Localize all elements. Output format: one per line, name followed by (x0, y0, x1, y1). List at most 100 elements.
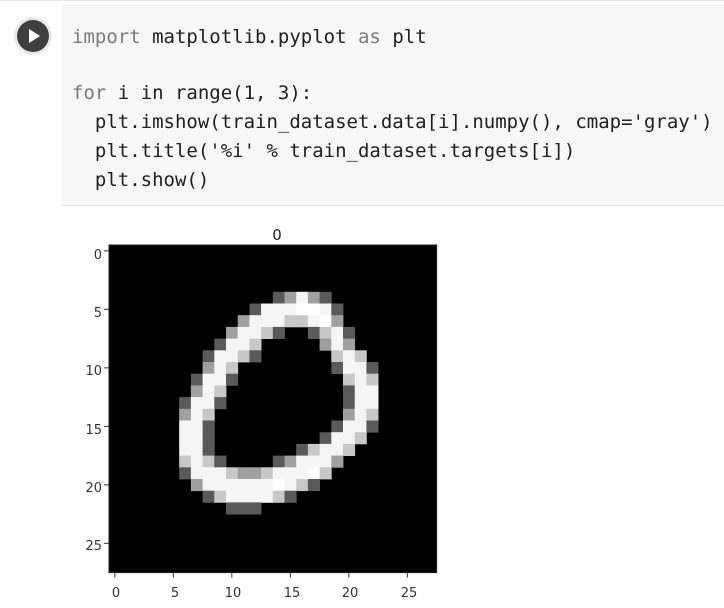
image-pixel (226, 467, 239, 480)
xtick-label: 25 (400, 586, 418, 601)
image-pixel (249, 490, 262, 503)
image-pixel (237, 350, 250, 363)
image-pixel (284, 303, 297, 316)
image-pixel (272, 303, 285, 316)
mnist-digit-image (104, 244, 438, 578)
xtick-label: 10 (224, 586, 242, 601)
image-pixel (190, 432, 203, 445)
image-pixel (179, 432, 192, 445)
image-pixel (284, 291, 297, 304)
image-pixel (249, 350, 262, 363)
image-pixel (202, 385, 215, 398)
image-pixel (307, 326, 320, 339)
image-pixel (190, 385, 203, 398)
image-pixel (307, 303, 320, 316)
image-pixel (354, 350, 367, 363)
image-pixel (190, 455, 203, 468)
image-pixel (214, 479, 227, 492)
ytick-label: 15 (85, 423, 102, 438)
image-pixel (202, 443, 215, 456)
ytick-label: 0 (93, 248, 102, 263)
ytick-label: 5 (93, 306, 102, 321)
image-pixel (354, 408, 367, 421)
image-pixel (179, 408, 192, 421)
image-pixel (319, 455, 332, 468)
image-pixel (272, 455, 285, 468)
image-pixel (343, 432, 356, 445)
image-pixel (249, 479, 262, 492)
image-pixel (261, 490, 274, 503)
image-pixel (343, 362, 356, 375)
image-pixel (284, 490, 297, 503)
image-pixel (214, 362, 227, 375)
image-pixel (319, 291, 332, 304)
image-pixel (202, 467, 215, 480)
image-pixel (202, 397, 215, 410)
image-pixel (237, 490, 250, 503)
image-pixel (249, 326, 262, 339)
image-pixel (190, 373, 203, 386)
image-pixel (226, 362, 239, 375)
image-pixel (307, 479, 320, 492)
image-pixel (214, 338, 227, 351)
image-pixel (214, 467, 227, 480)
ytick-label: 20 (85, 481, 102, 496)
image-pixel (190, 408, 203, 421)
xtick-label: 5 (170, 586, 180, 601)
image-pixel (343, 373, 356, 386)
image-pixel (202, 362, 215, 375)
image-pixel (261, 315, 274, 328)
image-pixel (261, 479, 274, 492)
image-pixel (307, 443, 320, 456)
image-pixel (307, 315, 320, 328)
image-pixel (307, 455, 320, 468)
image-pixel (319, 326, 332, 339)
ytick-label: 25 (85, 539, 102, 554)
image-pixel (366, 397, 379, 410)
image-pixel (237, 479, 250, 492)
image-pixel (202, 479, 215, 492)
image-pixel (202, 420, 215, 433)
image-pixel (261, 467, 274, 480)
image-pixel (237, 338, 250, 351)
image-pixel (319, 432, 332, 445)
image-pixel (179, 397, 192, 410)
image-pixel (296, 443, 309, 456)
image-pixel (284, 479, 297, 492)
image-pixel (331, 362, 344, 375)
image-pixel (354, 397, 367, 410)
image-pixel (202, 432, 215, 445)
image-pixel (307, 291, 320, 304)
image-pixel (202, 408, 215, 421)
image-pixel (319, 303, 332, 316)
image-pixel (226, 338, 239, 351)
image-pixel (354, 420, 367, 433)
image-pixel (284, 455, 297, 468)
image-pixel (226, 502, 239, 515)
image-pixel (343, 350, 356, 363)
image-pixel (319, 467, 332, 480)
image-pixel (343, 326, 356, 339)
image-pixel (366, 362, 379, 375)
image-pixel (214, 455, 227, 468)
image-pixel (190, 467, 203, 480)
image-pixel (202, 490, 215, 503)
image-pixel (237, 467, 250, 480)
image-pixel (202, 350, 215, 363)
image-pixel (272, 291, 285, 304)
image-pixel (190, 397, 203, 410)
image-pixel (331, 326, 344, 339)
image-pixel (226, 373, 239, 386)
image-pixel (307, 467, 320, 480)
image-pixel (296, 315, 309, 328)
image-pixel (261, 303, 274, 316)
image-pixel (296, 303, 309, 316)
image-pixel (331, 420, 344, 433)
image-pixel (354, 373, 367, 386)
image-pixel (343, 385, 356, 398)
image-pixel (214, 385, 227, 398)
image-pixel (343, 338, 356, 351)
image-pixel (366, 408, 379, 421)
image-pixel (296, 467, 309, 480)
image-pixel (366, 420, 379, 433)
